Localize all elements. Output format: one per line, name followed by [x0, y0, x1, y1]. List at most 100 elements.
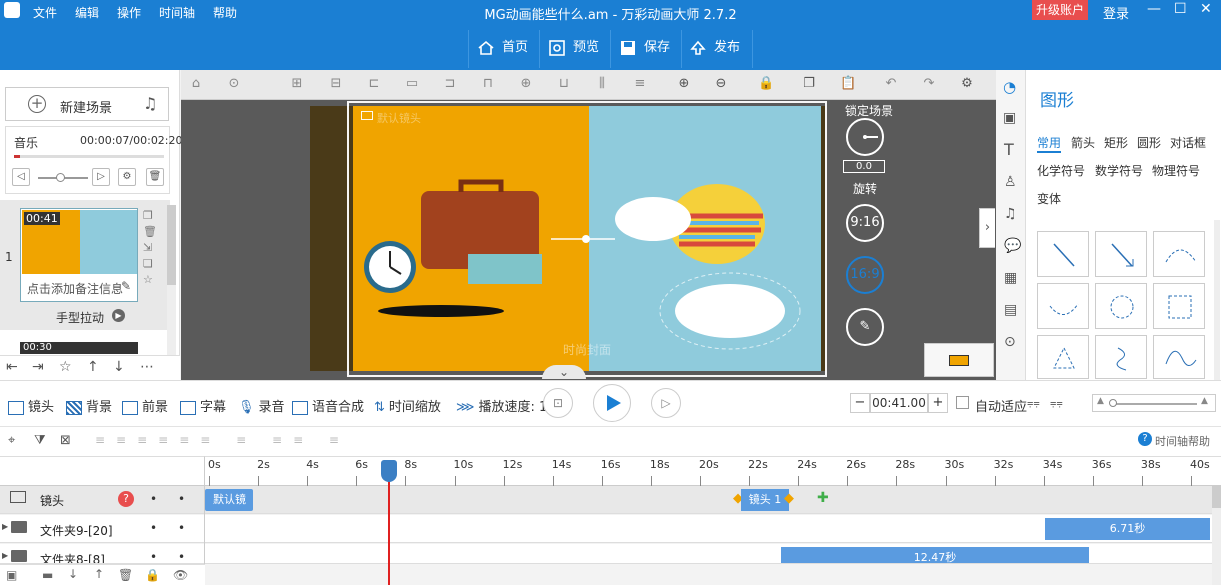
foreground-button[interactable]: 前景 [122, 396, 168, 415]
time-field[interactable]: 00:41.00 [870, 393, 928, 413]
music-list-icon[interactable]: ♫ [143, 94, 157, 113]
tts-button[interactable]: 语音合成 [292, 396, 364, 415]
home-view-icon[interactable]: ⌂ [189, 77, 203, 91]
lock-dot[interactable]: • [178, 492, 185, 506]
import-icon[interactable]: ⇤ [6, 359, 18, 375]
next-frame-button[interactable]: ▷ [651, 388, 681, 418]
distribute-icon[interactable]: ⊟ [329, 77, 343, 91]
shape-circle[interactable] [1095, 283, 1147, 329]
align-right-icon[interactable]: ⊐ [443, 77, 457, 91]
rotate-dial[interactable] [846, 118, 884, 156]
shape-arc[interactable] [1153, 231, 1205, 277]
fit-icon[interactable]: ⩦⩦ [1027, 396, 1040, 410]
subtitle-button[interactable]: 字幕 [180, 396, 226, 415]
align-left-icon[interactable]: ⊏ [367, 77, 381, 91]
collapse-right-button[interactable]: › [979, 208, 995, 248]
close-icon[interactable]: ✕ [1200, 1, 1212, 17]
lock-icon[interactable]: 🔒 [758, 77, 774, 91]
help-icon[interactable]: ? [1138, 432, 1152, 446]
shape-arrow[interactable] [1095, 231, 1147, 277]
home-button[interactable]: 首页 [478, 34, 528, 64]
filter-icon[interactable]: ⧩ [34, 433, 46, 448]
camera-block-1[interactable]: 镜头 1 [741, 489, 789, 511]
time-minus-button[interactable]: − [850, 393, 870, 413]
expand-icon[interactable]: ▶ [2, 551, 8, 560]
login-link[interactable]: 登录 [1103, 3, 1129, 22]
edit-pen-button[interactable]: ✎ [846, 308, 884, 346]
zoom-out-icon[interactable]: ⊖ [714, 77, 728, 91]
space-h-icon[interactable]: ⫼ [595, 77, 609, 91]
gear-icon[interactable]: ⚙ [118, 168, 136, 186]
zoom-in-icon[interactable]: ⊕ [677, 77, 691, 91]
speed-button[interactable]: ⋙ 播放速度: 1. [456, 396, 551, 415]
move-up-icon[interactable]: ↑ [87, 359, 99, 375]
background-button[interactable]: 背景 [66, 396, 112, 415]
add-layer-icon[interactable]: ▣ [6, 568, 17, 582]
add-camera-icon[interactable]: ✚ [817, 490, 829, 506]
character-icon[interactable]: ♙ [1004, 174, 1017, 190]
publish-button[interactable]: 发布 [690, 34, 740, 64]
record-button[interactable]: 🎙 录音 [238, 396, 285, 415]
collapse-canvas-button[interactable]: ⌄ [542, 365, 586, 379]
camera-track-button[interactable]: 镜头 [8, 396, 54, 415]
preview-scene-button[interactable]: ⊡ [543, 388, 573, 418]
track-folder-8[interactable]: ▶ 文件夹8-[8] • • 12.47秒 [0, 544, 1221, 564]
music-icon[interactable]: ♫ [1004, 206, 1017, 222]
ratio-9-16-button[interactable]: 9:16 [846, 204, 884, 242]
camera-block-default[interactable]: 默认镜 [205, 489, 253, 511]
trash-icon[interactable]: 🗑 [146, 168, 164, 186]
auto-fit-checkbox[interactable] [956, 396, 969, 409]
transition-label[interactable]: 手型拉动 [56, 309, 104, 326]
ratio-16-9-button[interactable]: 16:9 [846, 256, 884, 294]
timeline-scrollbar[interactable] [1212, 486, 1221, 585]
bubble-icon[interactable]: 💬 [1004, 238, 1021, 254]
move-down-icon[interactable]: ↓ [113, 359, 125, 375]
right-scrollbar[interactable] [1214, 220, 1220, 380]
shape-spiral[interactable] [1095, 335, 1147, 379]
image-icon[interactable]: ▣ [1003, 110, 1016, 126]
tab-8[interactable]: 变体 [1037, 190, 1061, 207]
tab-1[interactable]: 箭头 [1071, 134, 1095, 151]
volume-up-icon[interactable]: ▷ [92, 168, 110, 186]
shapes-icon[interactable]: ◔ [1003, 78, 1016, 96]
lock-dot[interactable]: • [178, 550, 185, 563]
export-icon[interactable]: ⇲ [143, 240, 157, 256]
fit-all-icon[interactable]: ⩦⩦ [1050, 396, 1063, 410]
zoom-slider[interactable]: ▲ ▲ [1092, 394, 1216, 412]
scene-scrollbar[interactable] [167, 205, 176, 370]
play-transition-icon[interactable]: ▶ [112, 309, 125, 322]
favorite-icon[interactable]: ☆ [59, 359, 72, 375]
tab-6[interactable]: 数学符号 [1095, 162, 1143, 179]
chart-icon[interactable]: ▦ [1004, 270, 1017, 286]
lock-dot[interactable]: • [178, 521, 185, 535]
layer-up-icon[interactable]: ↑ [94, 567, 104, 581]
more-material-icon[interactable]: ⊙ [1004, 334, 1016, 350]
delete-icon[interactable]: 🗑 [143, 224, 157, 240]
play-button[interactable] [593, 384, 631, 422]
timeline-help-link[interactable]: 时间轴帮助 [1155, 433, 1210, 449]
shape-curved-arrow[interactable] [1037, 283, 1089, 329]
track-camera[interactable]: 镜头 ? • • 默认镜 ◆ 镜头 1 ◆ ✚ [0, 486, 1221, 514]
visibility-dot[interactable]: • [150, 492, 157, 506]
folder-9-block[interactable]: 6.71秒 [1045, 518, 1210, 540]
lock-layer-icon[interactable]: 🔒 [145, 568, 160, 582]
upgrade-button[interactable]: 升级账户 [1032, 0, 1088, 20]
next-scene-thumbnail[interactable]: 00:30 [20, 342, 138, 354]
redo-icon[interactable]: ↷ [922, 77, 936, 91]
edit-icon[interactable]: ✎ [121, 279, 131, 293]
settings-icon[interactable]: ⚙ [960, 77, 974, 91]
tab-5[interactable]: 化学符号 [1037, 162, 1085, 179]
minimap[interactable] [924, 343, 994, 377]
rotate-value-field[interactable]: 0.0 [843, 160, 885, 173]
layer-down-icon[interactable]: ↓ [68, 567, 78, 581]
save-button[interactable]: 保存 [620, 34, 670, 64]
warning-icon[interactable]: ? [118, 491, 134, 507]
keyframe-end-icon[interactable]: ◆ [784, 491, 794, 506]
visibility-dot[interactable]: • [150, 550, 157, 563]
filter-clear-icon[interactable]: ⊠ [60, 433, 71, 448]
photo-icon[interactable]: ▤ [1004, 302, 1017, 318]
locate-icon[interactable]: ⌖ [8, 433, 15, 448]
tab-3[interactable]: 圆形 [1137, 134, 1161, 151]
shape-rectangle[interactable] [1153, 283, 1205, 329]
star-icon[interactable]: ☆ [143, 272, 157, 288]
